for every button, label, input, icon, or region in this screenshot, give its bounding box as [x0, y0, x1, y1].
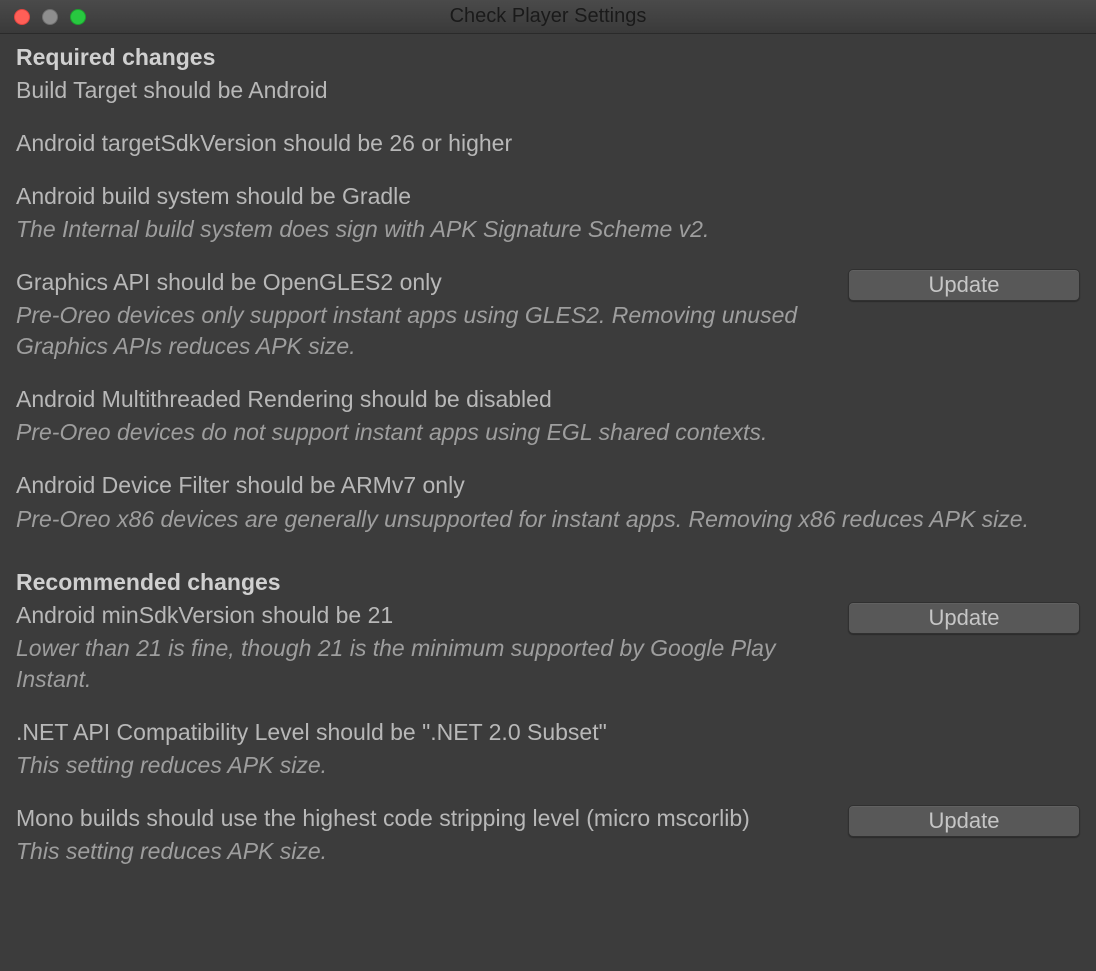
update-button[interactable]: Update	[848, 602, 1080, 634]
item-title: Mono builds should use the highest code …	[16, 803, 836, 834]
item-title: Android Multithreaded Rendering should b…	[16, 384, 1080, 415]
update-button[interactable]: Update	[848, 805, 1080, 837]
required-item: Graphics API should be OpenGLES2 only Pr…	[16, 267, 1080, 362]
item-description: This setting reduces APK size.	[16, 750, 1080, 781]
item-title: Android build system should be Gradle	[16, 181, 1080, 212]
settings-window: Check Player Settings Required changes B…	[0, 0, 1096, 971]
item-title: .NET API Compatibility Level should be "…	[16, 717, 1080, 748]
item-description: Pre-Oreo devices do not support instant …	[16, 417, 1080, 448]
item-description: Pre-Oreo x86 devices are generally unsup…	[16, 504, 1080, 535]
item-description: The Internal build system does sign with…	[16, 214, 1080, 245]
required-section-header: Required changes	[16, 42, 1080, 73]
item-title: Android targetSdkVersion should be 26 or…	[16, 128, 1080, 159]
item-text: Android targetSdkVersion should be 26 or…	[16, 128, 1080, 159]
item-text: Build Target should be Android	[16, 75, 1080, 106]
recommended-section-header: Recommended changes	[16, 567, 1080, 598]
window-titlebar[interactable]: Check Player Settings	[0, 0, 1096, 34]
window-title: Check Player Settings	[0, 5, 1096, 28]
item-text: .NET API Compatibility Level should be "…	[16, 717, 1080, 781]
recommended-item: .NET API Compatibility Level should be "…	[16, 717, 1080, 781]
item-title: Graphics API should be OpenGLES2 only	[16, 267, 836, 298]
item-text: Android build system should be Gradle Th…	[16, 181, 1080, 245]
close-icon[interactable]	[14, 9, 30, 25]
required-item: Build Target should be Android	[16, 75, 1080, 106]
required-item: Android Device Filter should be ARMv7 on…	[16, 470, 1080, 534]
item-title: Android minSdkVersion should be 21	[16, 600, 836, 631]
item-title: Build Target should be Android	[16, 75, 1080, 106]
recommended-item: Mono builds should use the highest code …	[16, 803, 1080, 867]
zoom-icon[interactable]	[70, 9, 86, 25]
required-item: Android build system should be Gradle Th…	[16, 181, 1080, 245]
item-text: Android Multithreaded Rendering should b…	[16, 384, 1080, 448]
content-area: Required changes Build Target should be …	[0, 34, 1096, 971]
window-controls	[0, 9, 86, 25]
required-item: Android Multithreaded Rendering should b…	[16, 384, 1080, 448]
update-button[interactable]: Update	[848, 269, 1080, 301]
item-text: Android minSdkVersion should be 21 Lower…	[16, 600, 836, 695]
required-item: Android targetSdkVersion should be 26 or…	[16, 128, 1080, 159]
item-description: Lower than 21 is fine, though 21 is the …	[16, 633, 836, 695]
item-text: Graphics API should be OpenGLES2 only Pr…	[16, 267, 836, 362]
item-title: Android Device Filter should be ARMv7 on…	[16, 470, 1080, 501]
recommended-item: Android minSdkVersion should be 21 Lower…	[16, 600, 1080, 695]
item-description: Pre-Oreo devices only support instant ap…	[16, 300, 836, 362]
item-text: Mono builds should use the highest code …	[16, 803, 836, 867]
minimize-icon[interactable]	[42, 9, 58, 25]
item-description: This setting reduces APK size.	[16, 836, 836, 867]
item-text: Android Device Filter should be ARMv7 on…	[16, 470, 1080, 534]
